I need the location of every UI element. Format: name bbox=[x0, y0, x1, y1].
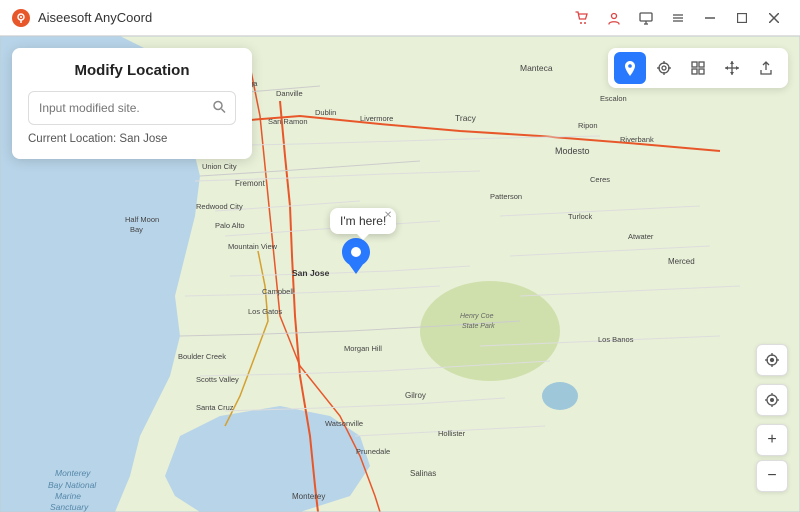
svg-text:Watsonville: Watsonville bbox=[325, 419, 363, 428]
svg-text:Dublin: Dublin bbox=[315, 108, 336, 117]
svg-text:Marine: Marine bbox=[55, 491, 81, 501]
svg-text:Modesto: Modesto bbox=[555, 146, 590, 156]
search-input[interactable] bbox=[28, 91, 236, 125]
im-here-popup: ✕ I'm here! bbox=[330, 208, 396, 234]
title-bar: Aiseesoft AnyCoord bbox=[0, 0, 800, 36]
svg-text:Monterey: Monterey bbox=[55, 468, 91, 478]
popup-close-icon[interactable]: ✕ bbox=[384, 211, 392, 221]
zoom-in-label: + bbox=[767, 431, 776, 449]
svg-text:Redwood City: Redwood City bbox=[196, 202, 243, 211]
current-location: Current Location: San Jose bbox=[28, 133, 236, 145]
modify-location-panel: Modify Location Current Location: San Jo… bbox=[12, 48, 252, 159]
move-mode-button[interactable] bbox=[716, 52, 748, 84]
svg-text:Atwater: Atwater bbox=[628, 232, 654, 241]
gps-button[interactable] bbox=[756, 384, 788, 416]
cart-icon[interactable] bbox=[568, 4, 596, 32]
close-button[interactable] bbox=[760, 4, 788, 32]
search-button[interactable] bbox=[210, 98, 228, 119]
svg-text:Scotts Valley: Scotts Valley bbox=[196, 375, 239, 384]
svg-text:Fremont: Fremont bbox=[235, 179, 266, 188]
app-title: Aiseesoft AnyCoord bbox=[38, 10, 568, 25]
svg-text:Ceres: Ceres bbox=[590, 175, 610, 184]
recenter-button[interactable] bbox=[756, 344, 788, 376]
panel-title: Modify Location bbox=[28, 62, 236, 79]
svg-text:Monterey: Monterey bbox=[292, 492, 325, 501]
location-mode-button[interactable] bbox=[614, 52, 646, 84]
svg-text:Escalon: Escalon bbox=[600, 94, 627, 103]
map-toolbar bbox=[608, 48, 788, 88]
svg-text:Hollister: Hollister bbox=[438, 429, 466, 438]
svg-text:Henry Coe: Henry Coe bbox=[460, 313, 494, 320]
app-logo bbox=[12, 9, 30, 27]
svg-text:State Park: State Park bbox=[462, 323, 495, 330]
window-controls bbox=[568, 4, 788, 32]
svg-text:Half Moon: Half Moon bbox=[125, 215, 159, 224]
svg-text:Campbell: Campbell bbox=[262, 287, 294, 296]
svg-text:Mountain View: Mountain View bbox=[228, 242, 278, 251]
svg-text:San Ramon: San Ramon bbox=[268, 117, 308, 126]
svg-text:Palo Alto: Palo Alto bbox=[215, 221, 245, 230]
svg-text:Bay National: Bay National bbox=[48, 480, 97, 490]
svg-text:Danville: Danville bbox=[276, 89, 303, 98]
svg-text:Livermore: Livermore bbox=[360, 114, 393, 123]
svg-text:Santa Cruz: Santa Cruz bbox=[196, 403, 234, 412]
svg-text:Los Banos: Los Banos bbox=[598, 335, 634, 344]
svg-text:Manteca: Manteca bbox=[520, 63, 553, 73]
svg-text:Gilroy: Gilroy bbox=[405, 391, 426, 400]
svg-text:Bay: Bay bbox=[130, 225, 143, 234]
search-input-wrapper bbox=[28, 91, 236, 125]
minimize-button[interactable] bbox=[696, 4, 724, 32]
map-pin bbox=[342, 238, 370, 279]
svg-text:Prunedale: Prunedale bbox=[356, 447, 390, 456]
svg-text:Sanctuary: Sanctuary bbox=[50, 502, 89, 512]
svg-text:Riverbank: Riverbank bbox=[620, 135, 654, 144]
svg-text:Morgan Hill: Morgan Hill bbox=[344, 344, 382, 353]
main-content: Berkeley Sausalito Moraga Danville Mante… bbox=[0, 36, 800, 512]
svg-text:Los Gatos: Los Gatos bbox=[248, 307, 282, 316]
svg-text:Patterson: Patterson bbox=[490, 192, 522, 201]
svg-text:San Jose: San Jose bbox=[292, 268, 330, 278]
grid-mode-button[interactable] bbox=[682, 52, 714, 84]
svg-text:Salinas: Salinas bbox=[410, 469, 436, 478]
svg-text:Union City: Union City bbox=[202, 162, 237, 171]
svg-text:Merced: Merced bbox=[668, 257, 695, 266]
export-button[interactable] bbox=[750, 52, 782, 84]
current-location-value: San Jose bbox=[119, 133, 167, 145]
zoom-out-button[interactable]: − bbox=[756, 460, 788, 492]
zoom-out-label: − bbox=[767, 467, 776, 485]
target-mode-button[interactable] bbox=[648, 52, 680, 84]
svg-text:Turlock: Turlock bbox=[568, 212, 593, 221]
popup-text: I'm here! bbox=[340, 214, 386, 228]
current-location-label: Current Location: bbox=[28, 133, 119, 145]
svg-text:Tracy: Tracy bbox=[455, 113, 477, 123]
monitor-icon[interactable] bbox=[632, 4, 660, 32]
svg-text:Boulder Creek: Boulder Creek bbox=[178, 352, 226, 361]
maximize-button[interactable] bbox=[728, 4, 756, 32]
zoom-controls: + − bbox=[756, 344, 788, 492]
zoom-in-button[interactable]: + bbox=[756, 424, 788, 456]
svg-text:Ripon: Ripon bbox=[578, 121, 598, 130]
menu-icon[interactable] bbox=[664, 4, 692, 32]
user-icon[interactable] bbox=[600, 4, 628, 32]
